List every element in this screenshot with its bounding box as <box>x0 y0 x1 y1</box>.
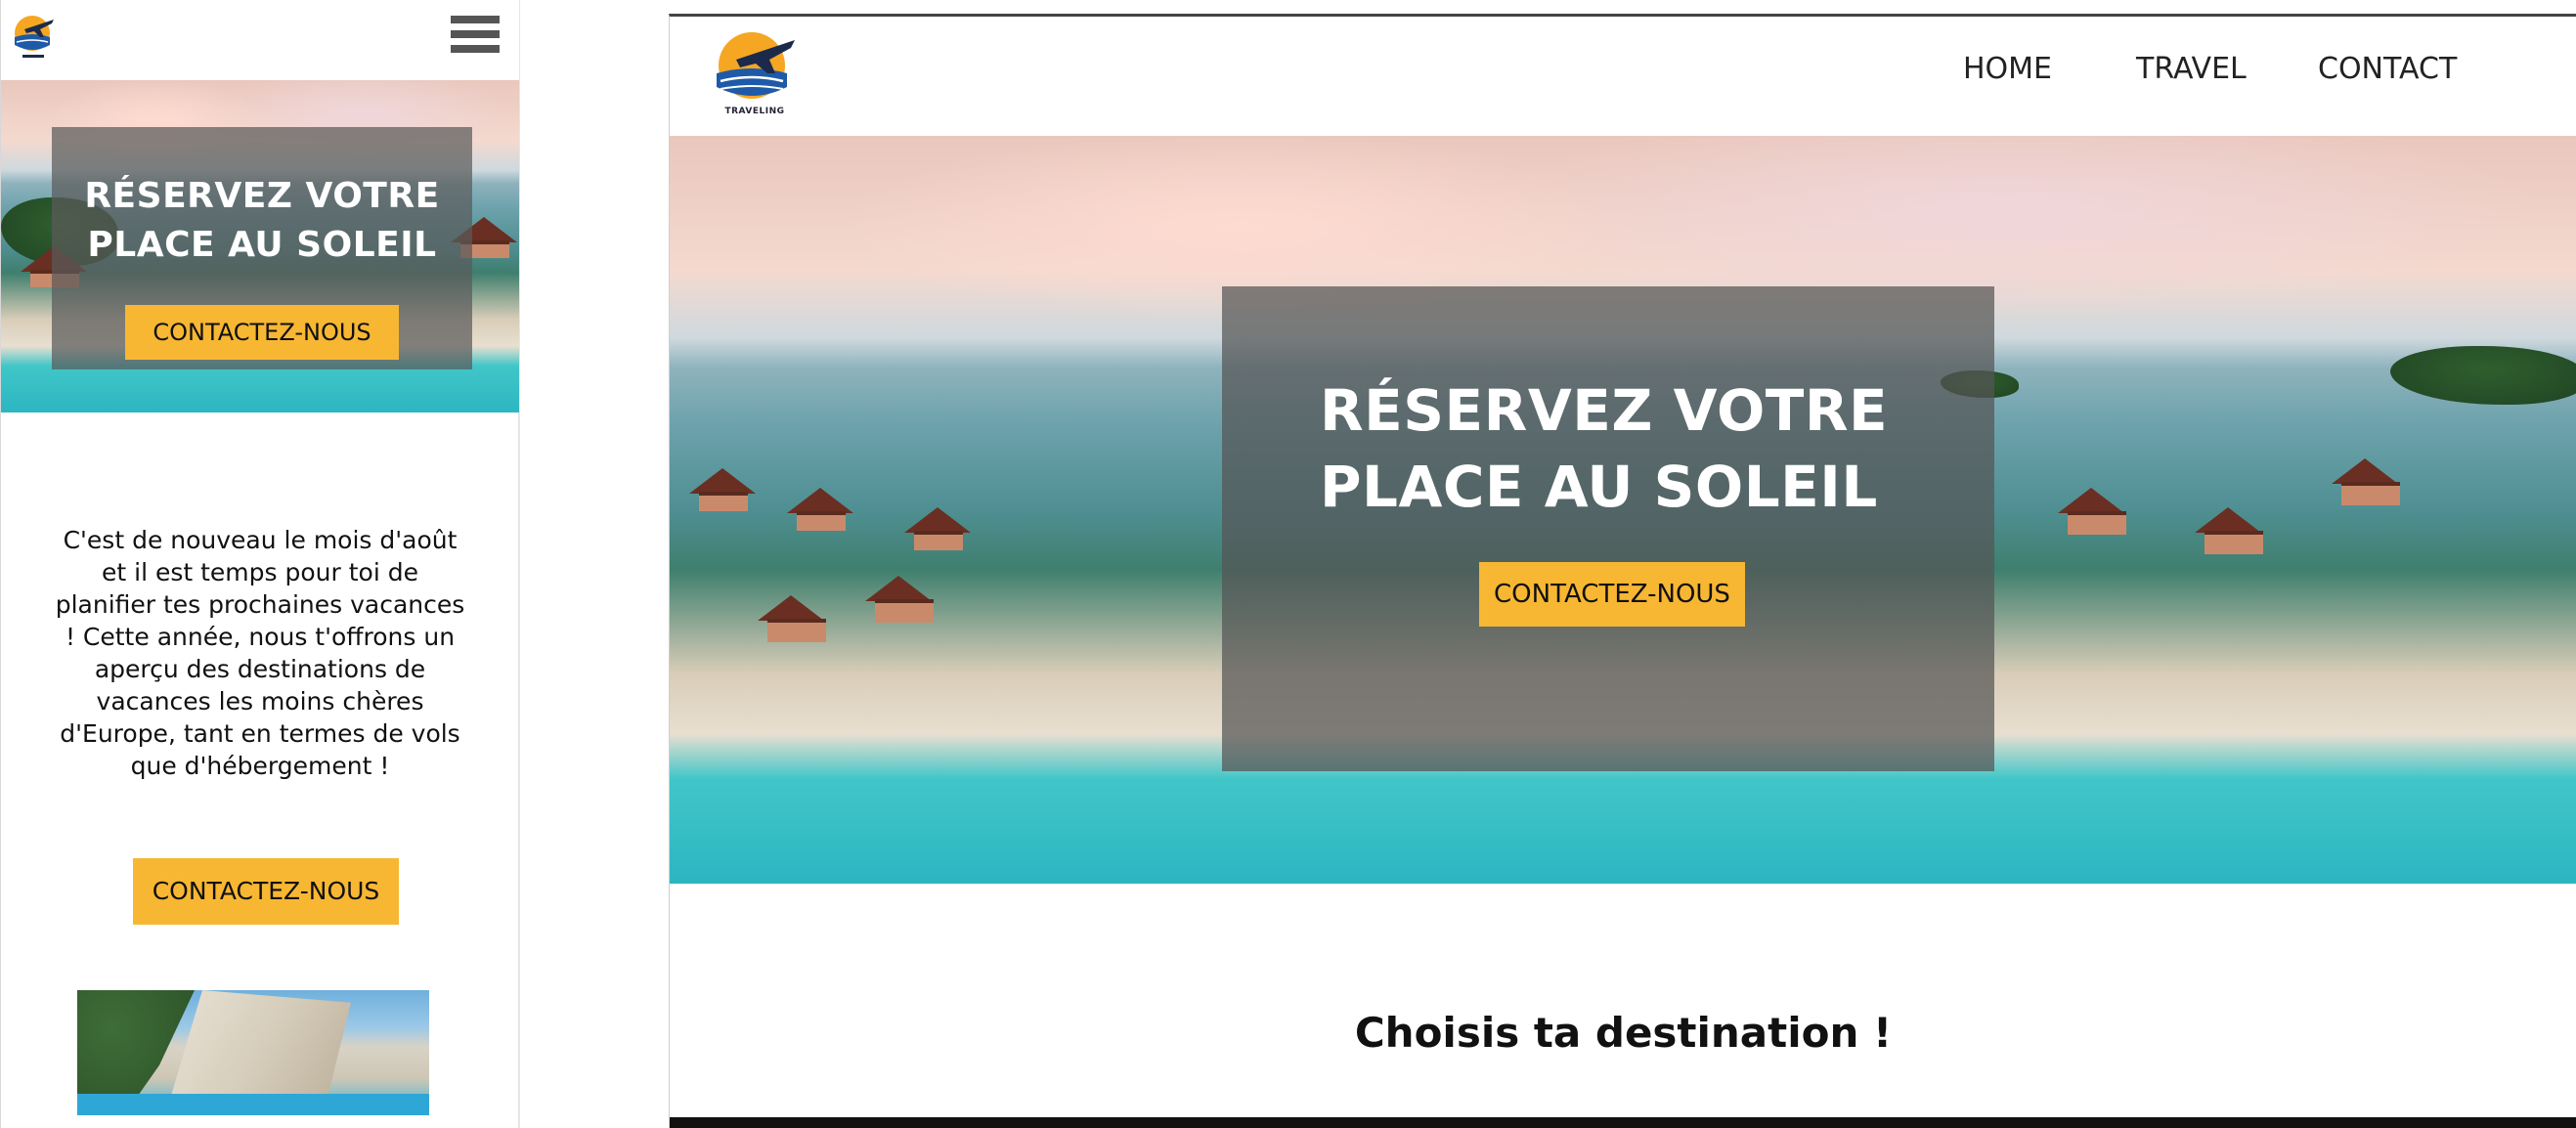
hero-title: RÉSERVEZ VOTRE PLACE AU SOLEIL <box>1320 377 1889 520</box>
hero-overlay-box: RÉSERVEZ VOTRE PLACE AU SOLEIL CONTACTEZ… <box>52 127 472 369</box>
bottom-divider <box>670 1117 2576 1128</box>
nav-home-link[interactable]: HOME <box>1963 52 2052 86</box>
mobile-preview: RÉSERVEZ VOTRE PLACE AU SOLEIL CONTACTEZ… <box>0 0 520 1128</box>
intro-paragraph: C'est de nouveau le mois d'août et il es… <box>55 526 465 780</box>
desktop-preview: TRAVELING HOME TRAVEL CONTACT RÉSERVEZ V… <box>669 14 2576 1128</box>
hero-contact-button[interactable]: CONTACTEZ-NOUS <box>1479 562 1745 627</box>
destination-photo <box>77 990 429 1115</box>
logo-text: TRAVELING <box>724 107 785 116</box>
nav-contact-link[interactable]: CONTACT <box>2318 52 2457 86</box>
nav-travel-link[interactable]: TRAVEL <box>2136 52 2247 86</box>
travel-logo-icon <box>717 32 795 99</box>
site-logo[interactable]: TRAVELING <box>711 28 799 122</box>
contact-button[interactable]: CONTACTEZ-NOUS <box>133 858 399 925</box>
hamburger-menu-icon[interactable] <box>451 16 500 61</box>
hero-overlay-box: RÉSERVEZ VOTRE PLACE AU SOLEIL <box>1222 286 1994 771</box>
desktop-header: TRAVELING HOME TRAVEL CONTACT <box>670 17 2576 136</box>
hero-title: RÉSERVEZ VOTRE PLACE AU SOLEIL <box>84 176 440 265</box>
desktop-hero: RÉSERVEZ VOTRE PLACE AU SOLEIL CONTACTEZ… <box>670 136 2576 884</box>
mobile-hero: RÉSERVEZ VOTRE PLACE AU SOLEIL CONTACTEZ… <box>1 80 519 412</box>
section-title: Choisis ta destination ! <box>1354 1009 1893 1057</box>
hero-contact-button[interactable]: CONTACTEZ-NOUS <box>125 305 399 360</box>
mobile-header <box>1 0 519 80</box>
travel-logo-icon[interactable] <box>11 12 58 61</box>
